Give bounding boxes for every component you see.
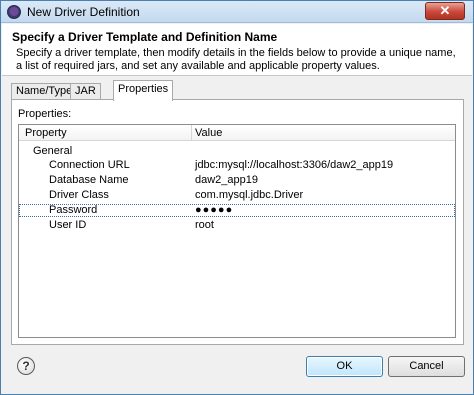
ok-button[interactable]: OK (306, 356, 383, 377)
property-value[interactable]: root (195, 219, 214, 232)
tab-name-type[interactable]: Name/Type (11, 83, 78, 100)
property-value[interactable]: com.mysql.jdbc.Driver (195, 189, 303, 202)
tab-jar-list[interactable]: JAR List (70, 83, 101, 112)
help-icon: ? (22, 359, 30, 373)
property-value[interactable]: daw2_app19 (195, 174, 258, 187)
new-driver-definition-dialog: New Driver Definition ✕ Specify a Driver… (0, 0, 474, 395)
dialog-header: Specify a Driver Template and Definition… (2, 24, 472, 76)
properties-table[interactable]: Property Value General Connection URL jd… (18, 124, 456, 338)
tab-properties[interactable]: Properties (113, 80, 174, 101)
tree-group-general[interactable]: General (19, 145, 455, 158)
cancel-button[interactable]: Cancel (388, 356, 465, 377)
table-row[interactable]: User ID root (19, 219, 455, 232)
property-name: User ID (49, 219, 87, 231)
header-title: Specify a Driver Template and Definition… (12, 30, 278, 44)
properties-label: Properties: (18, 108, 72, 120)
eclipse-icon (7, 5, 21, 19)
property-name: Password (49, 204, 98, 216)
title-bar[interactable]: New Driver Definition ✕ (1, 1, 473, 23)
table-row-selected[interactable]: Password ●●●●● (19, 204, 455, 217)
property-value[interactable]: jdbc:mysql://localhost:3306/daw2_app19 (195, 159, 393, 172)
column-header-value[interactable]: Value (195, 127, 222, 139)
table-header: Property Value (19, 125, 455, 141)
close-button[interactable]: ✕ (425, 2, 465, 20)
property-name: Connection URL (49, 159, 130, 171)
column-header-property[interactable]: Property (25, 127, 67, 139)
properties-panel: Properties: Property Value General Conne… (11, 99, 464, 345)
header-description: Specify a driver template, then modify d… (16, 47, 456, 72)
property-name: Driver Class (49, 189, 109, 201)
help-button[interactable]: ? (17, 357, 35, 375)
close-icon: ✕ (439, 3, 451, 18)
table-row[interactable]: Driver Class com.mysql.jdbc.Driver (19, 189, 455, 202)
property-name: Database Name (49, 174, 129, 186)
table-row[interactable]: Connection URL jdbc:mysql://localhost:33… (19, 159, 455, 172)
table-row[interactable]: Database Name daw2_app19 (19, 174, 455, 187)
column-divider[interactable] (191, 125, 192, 141)
group-label: General (33, 145, 73, 157)
window-title: New Driver Definition (27, 5, 140, 19)
password-value[interactable]: ●●●●● (195, 204, 233, 217)
